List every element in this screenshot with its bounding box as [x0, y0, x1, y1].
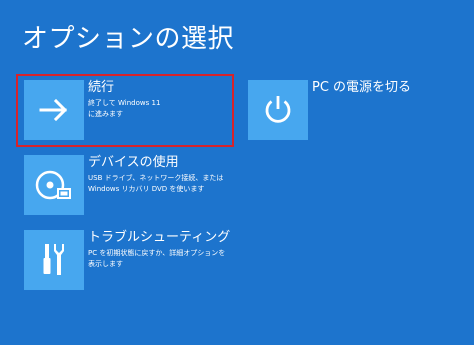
- power-off-option[interactable]: PC の電源を切る: [248, 80, 448, 140]
- troubleshoot-icon-tile: [24, 230, 84, 290]
- troubleshoot-option[interactable]: トラブルシューティング PC を初期状態に戻すか、詳細オプションを 表示します: [24, 230, 230, 290]
- page-title: オプションの選択: [22, 24, 235, 54]
- troubleshoot-label: トラブルシューティング: [88, 230, 231, 245]
- disc-usb-icon: [35, 170, 71, 200]
- continue-highlight-frame: [16, 74, 234, 147]
- use-device-icon-tile: [24, 155, 84, 215]
- use-device-option[interactable]: デバイスの使用 USB ドライブ、ネットワーク接続、または Windows リカ…: [24, 155, 224, 215]
- troubleshoot-description: PC を初期状態に戻すか、詳細オプションを 表示します: [88, 249, 226, 268]
- power-off-icon-tile: [248, 80, 308, 140]
- tools-icon: [43, 244, 64, 275]
- power-off-label: PC の電源を切る: [312, 80, 412, 95]
- use-device-description: USB ドライブ、ネットワーク接続、または Windows リカバリ DVD を…: [88, 174, 224, 193]
- use-device-label: デバイスの使用: [88, 155, 179, 170]
- power-icon: [265, 96, 291, 123]
